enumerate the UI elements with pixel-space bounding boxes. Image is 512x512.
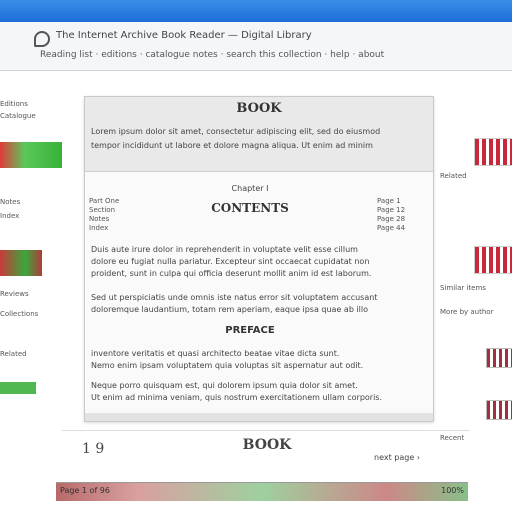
document-footer bbox=[85, 413, 433, 421]
window-title: The Internet Archive Book Reader — Digit… bbox=[56, 30, 312, 41]
left-column-item: Section bbox=[89, 206, 116, 214]
document-header: BOOK Lorem ipsum dolor sit amet, consect… bbox=[85, 97, 433, 172]
body-line: Ut enim ad minima veniam, quis nostrum e… bbox=[91, 393, 383, 402]
header-line: tempor incididunt ut labore et dolore ma… bbox=[91, 141, 373, 150]
sidebar-item-catalogue[interactable]: Catalogue bbox=[0, 112, 66, 121]
left-column-item: Part One bbox=[89, 197, 120, 205]
left-column: Part One Section Notes Index bbox=[89, 197, 139, 233]
sidebar-thumbnail[interactable] bbox=[0, 250, 42, 276]
related-thumbnail[interactable] bbox=[474, 246, 512, 274]
related-thumbnail[interactable] bbox=[474, 138, 512, 166]
body-line: doloremque laudantium, totam rem aperiam… bbox=[91, 305, 369, 314]
body-line: proident, sunt in culpa qui officia dese… bbox=[91, 269, 372, 278]
sidebar-item-notes[interactable]: Notes bbox=[0, 198, 66, 207]
left-sidebar: Editions Catalogue Notes Index Reviews C… bbox=[0, 94, 70, 512]
status-bar: Page 1 of 96 100% bbox=[56, 482, 468, 501]
sidebar-indicator bbox=[0, 382, 36, 394]
page-number: 1 9 bbox=[82, 441, 105, 457]
zoom-level[interactable]: 100% bbox=[441, 486, 464, 495]
document-title: BOOK bbox=[236, 101, 282, 116]
document-viewer[interactable]: BOOK Lorem ipsum dolor sit amet, consect… bbox=[84, 96, 434, 422]
status-page-count: Page 1 of 96 bbox=[60, 486, 110, 495]
body-line: Duis aute irure dolor in reprehenderit i… bbox=[91, 245, 358, 254]
header-line: Lorem ipsum dolor sit amet, consectetur … bbox=[91, 127, 381, 136]
sidebar-thumbnail[interactable] bbox=[0, 142, 62, 168]
footer-title: BOOK bbox=[242, 437, 292, 453]
page-footer: 1 9 BOOK next page › bbox=[62, 430, 470, 475]
preface-heading: PREFACE bbox=[225, 325, 275, 336]
sidebar-item-related[interactable]: Related bbox=[0, 350, 66, 359]
navigation-strip[interactable]: Reading list · editions · catalogue note… bbox=[40, 50, 505, 60]
related-thumbnail[interactable] bbox=[486, 348, 512, 368]
body-line: Nemo enim ipsam voluptatem quia voluptas… bbox=[91, 361, 364, 370]
next-page-link[interactable]: next page › bbox=[374, 453, 420, 462]
right-column-item: Page 28 bbox=[377, 215, 406, 223]
right-column-item: Page 1 bbox=[377, 197, 401, 205]
body-line: Neque porro quisquam est, qui dolorem ip… bbox=[91, 381, 358, 390]
right-column-item: Page 44 bbox=[377, 224, 406, 232]
related-thumbnail[interactable] bbox=[486, 400, 512, 420]
body-line: dolore eu fugiat nulla pariatur. Excepte… bbox=[91, 257, 370, 266]
left-column-item: Index bbox=[89, 224, 109, 232]
right-column-item: Page 12 bbox=[377, 206, 406, 214]
right-panel-label[interactable]: More by author bbox=[440, 308, 512, 317]
body-line: inventore veritatis et quasi architecto … bbox=[91, 349, 340, 358]
right-column: Page 1 Page 12 Page 28 Page 44 bbox=[377, 197, 427, 233]
right-panel-label[interactable]: Related bbox=[440, 172, 512, 181]
body-line: Sed ut perspiciatis unde omnis iste natu… bbox=[91, 293, 378, 302]
top-window-bar bbox=[0, 0, 512, 23]
sidebar-item-editions[interactable]: Editions bbox=[0, 100, 66, 109]
chapter-label: Chapter I bbox=[231, 184, 269, 193]
left-column-item: Notes bbox=[89, 215, 110, 223]
sidebar-item-collections[interactable]: Collections bbox=[0, 310, 66, 319]
sidebar-item-reviews[interactable]: Reviews bbox=[0, 290, 66, 299]
app-logo-icon bbox=[34, 31, 50, 47]
title-bar: The Internet Archive Book Reader — Digit… bbox=[0, 22, 512, 71]
sidebar-item-index[interactable]: Index bbox=[0, 212, 66, 221]
section-title: CONTENTS bbox=[211, 201, 289, 215]
right-panel-label[interactable]: Similar items bbox=[440, 284, 512, 293]
